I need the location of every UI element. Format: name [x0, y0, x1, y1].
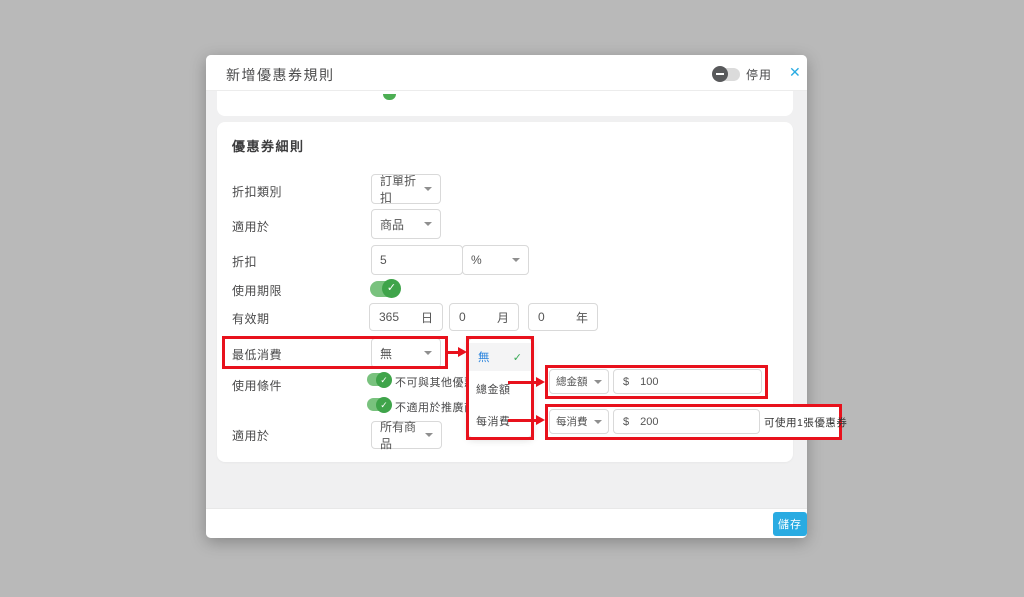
- partial-toggle-icon[interactable]: [383, 94, 396, 100]
- total-amount-select-value: 總金額: [556, 374, 588, 389]
- save-button[interactable]: 儲存: [773, 512, 807, 536]
- chevron-down-icon: [594, 380, 602, 384]
- validity-years-unit: 年: [576, 309, 588, 326]
- validity-years-input[interactable]: 0 年: [528, 303, 598, 331]
- per-spend-input[interactable]: $ 200: [613, 409, 760, 434]
- discount-label: 折扣: [232, 253, 257, 270]
- chevron-down-icon: [424, 187, 432, 191]
- annotation-box-menu: [466, 336, 534, 440]
- condition2-label: 不適用於推廣商: [395, 399, 476, 415]
- annotation-arrow-head: [536, 377, 545, 387]
- chevron-down-icon: [424, 222, 432, 226]
- per-spend-select[interactable]: 每消費: [549, 409, 609, 434]
- per-spend-select-value: 每消費: [556, 414, 588, 429]
- add-coupon-rule-modal: 新增優惠券規則 停用 ✕ 優惠券細則 折扣類別 訂單折扣: [206, 55, 807, 538]
- per-spend-note: 可使用1張優惠券: [764, 415, 847, 430]
- page-overlay: 新增優惠券規則 停用 ✕ 優惠券細則 折扣類別 訂單折扣: [0, 0, 1024, 597]
- usage-period-label: 使用期限: [232, 282, 282, 299]
- validity-months-value: 0: [459, 310, 466, 324]
- scrolled-card-partial: [217, 91, 793, 116]
- condition2-toggle[interactable]: ✓: [367, 398, 391, 411]
- annotation-arrow-line: [508, 419, 537, 422]
- chevron-down-icon: [425, 433, 433, 437]
- apply-to-products-label: 適用於: [232, 427, 270, 444]
- discount-unit-select[interactable]: %: [462, 245, 529, 275]
- check-icon: ✓: [382, 279, 401, 298]
- annotation-arrow-line: [508, 381, 537, 384]
- apply-to-products-select[interactable]: 所有商品: [371, 421, 442, 449]
- apply-to-value: 商品: [380, 216, 404, 233]
- section-title: 優惠券細則: [232, 136, 305, 155]
- validity-days-unit: 日: [421, 309, 433, 326]
- condition1-label: 不可與其他優惠: [395, 374, 476, 390]
- apply-to-label: 適用於: [232, 218, 270, 235]
- chevron-down-icon: [594, 420, 602, 424]
- annotation-box-total-amount: 總金額 $ 100: [545, 365, 768, 399]
- discount-unit-value: %: [471, 253, 482, 267]
- annotation-box-min-spend: [222, 336, 448, 369]
- annotation-box-per-spend: 每消費 $ 200 可使用1張優惠券: [545, 404, 842, 440]
- discount-category-select[interactable]: 訂單折扣: [371, 174, 441, 204]
- status-toggle-label: 停用: [746, 66, 772, 83]
- close-icon[interactable]: ✕: [789, 64, 801, 80]
- modal-body: 優惠券細則 折扣類別 訂單折扣 適用於 商品 折扣 5 %: [206, 91, 807, 508]
- check-icon: ✓: [376, 372, 392, 388]
- currency-symbol: $: [623, 416, 629, 428]
- total-amount-value: 100: [640, 376, 658, 388]
- modal-title: 新增優惠券規則: [226, 65, 335, 85]
- annotation-arrow-head: [536, 415, 545, 425]
- discount-category-value: 訂單折扣: [380, 172, 424, 206]
- validity-months-input[interactable]: 0 月: [449, 303, 519, 331]
- total-amount-input[interactable]: $ 100: [613, 369, 762, 394]
- toggle-knob: [712, 66, 728, 82]
- apply-to-products-value: 所有商品: [380, 418, 425, 452]
- minus-icon: [716, 73, 724, 75]
- modal-footer: 儲存: [206, 508, 807, 538]
- modal-header: 新增優惠券規則 停用 ✕: [206, 55, 807, 91]
- discount-category-label: 折扣類別: [232, 183, 282, 200]
- discount-input[interactable]: 5: [371, 245, 463, 275]
- total-amount-select[interactable]: 總金額: [549, 369, 609, 394]
- apply-to-select[interactable]: 商品: [371, 209, 441, 239]
- validity-days-value: 365: [379, 310, 399, 324]
- status-toggle[interactable]: [713, 68, 740, 81]
- usage-period-toggle[interactable]: ✓: [370, 281, 400, 297]
- check-icon: ✓: [376, 397, 392, 413]
- validity-days-input[interactable]: 365 日: [369, 303, 443, 331]
- annotation-arrow-head: [458, 347, 467, 357]
- condition1-toggle[interactable]: ✓: [367, 373, 391, 386]
- usage-conditions-label: 使用條件: [232, 377, 282, 394]
- validity-months-unit: 月: [497, 309, 509, 326]
- validity-years-value: 0: [538, 310, 545, 324]
- chevron-down-icon: [512, 258, 520, 262]
- validity-label: 有效期: [232, 310, 270, 327]
- per-spend-value: 200: [640, 416, 658, 428]
- currency-symbol: $: [623, 376, 629, 388]
